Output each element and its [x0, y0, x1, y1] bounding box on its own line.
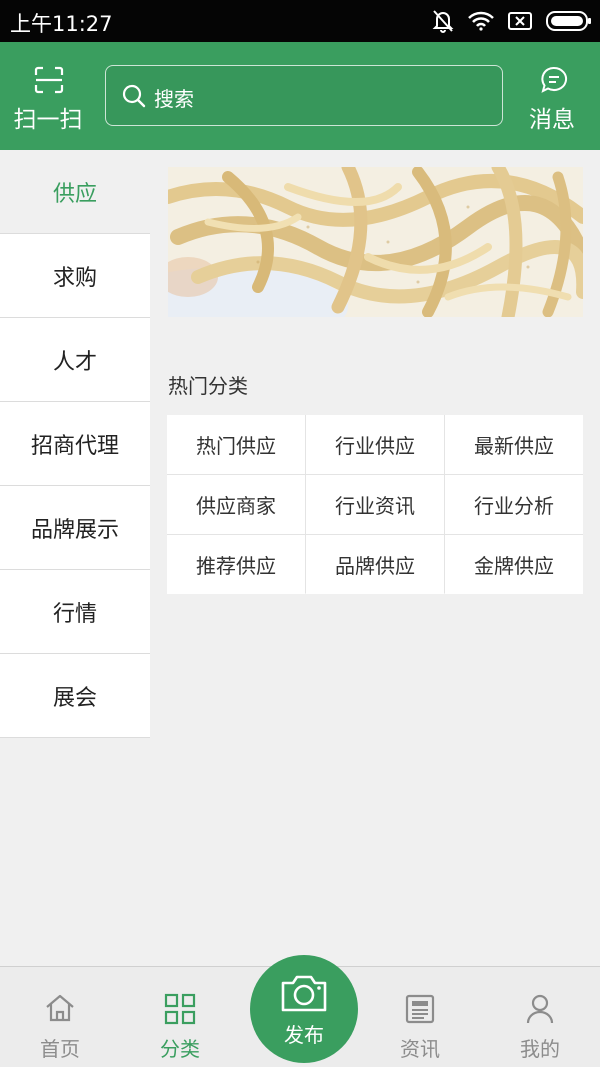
sim-card-icon — [508, 12, 532, 30]
hot-categories-grid: 热门供应 行业供应 最新供应 供应商家 行业资讯 行业分析 推荐供应 品牌供应 … — [167, 415, 583, 594]
publish-label: 发布 — [284, 1023, 324, 1047]
tab-profile[interactable]: 我的 — [480, 967, 600, 1067]
sidebar-item-market[interactable]: 行情 — [0, 570, 150, 654]
promo-banner-image[interactable] — [168, 167, 583, 317]
hot-categories-title: 热门分类 — [168, 374, 248, 398]
status-bar: 上午11:27 — [0, 0, 600, 42]
sidebar-item-brand-showcase[interactable]: 品牌展示 — [0, 486, 150, 570]
sidebar-item-talent[interactable]: 人才 — [0, 318, 150, 402]
tab-home[interactable]: 首页 — [0, 967, 120, 1067]
tab-category-label: 分类 — [160, 1037, 200, 1061]
publish-button[interactable]: 发布 — [250, 955, 358, 1063]
category-link[interactable]: 金牌供应 — [445, 535, 583, 594]
status-time: 上午11:27 — [10, 12, 113, 36]
category-sidebar: 供应 求购 人才 招商代理 品牌展示 行情 展会 — [0, 150, 150, 738]
sidebar-item-franchise[interactable]: 招商代理 — [0, 402, 150, 486]
category-link[interactable]: 行业供应 — [306, 415, 444, 474]
category-link[interactable]: 品牌供应 — [306, 535, 444, 594]
wifi-icon — [468, 11, 494, 31]
messages-label: 消息 — [529, 107, 575, 133]
category-link[interactable]: 热门供应 — [167, 415, 305, 474]
tab-news-label: 资讯 — [400, 1037, 440, 1061]
sidebar-item-exhibition[interactable]: 展会 — [0, 654, 150, 738]
search-placeholder: 搜索 — [154, 87, 194, 111]
mute-bell-icon — [432, 9, 454, 33]
status-icons — [432, 8, 592, 34]
tab-news[interactable]: 资讯 — [360, 967, 480, 1067]
battery-icon — [546, 11, 592, 31]
category-link[interactable]: 行业资讯 — [306, 475, 444, 534]
scan-button[interactable]: 扫一扫 — [0, 42, 100, 150]
category-link[interactable]: 最新供应 — [445, 415, 583, 474]
tab-profile-label: 我的 — [520, 1037, 560, 1061]
category-link[interactable]: 供应商家 — [167, 475, 305, 534]
search-input[interactable]: 搜索 — [105, 65, 503, 126]
category-link[interactable]: 行业分析 — [445, 475, 583, 534]
tab-category[interactable]: 分类 — [120, 967, 240, 1067]
scan-label: 扫一扫 — [13, 107, 83, 133]
sidebar-item-supply[interactable]: 供应 — [0, 150, 150, 234]
app-header: 扫一扫 搜索 消息 — [0, 42, 600, 150]
sidebar-item-purchase[interactable]: 求购 — [0, 234, 150, 318]
category-link[interactable]: 推荐供应 — [167, 535, 305, 594]
tab-home-label: 首页 — [40, 1037, 80, 1061]
messages-button[interactable]: 消息 — [510, 42, 600, 150]
